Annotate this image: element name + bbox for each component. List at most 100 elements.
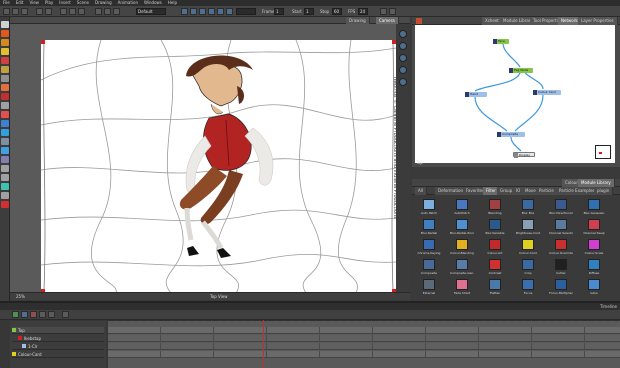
hand-tool-icon[interactable]	[1, 174, 9, 181]
module-item[interactable]: Colour-Blending	[450, 238, 474, 258]
paste-icon[interactable]	[78, 8, 85, 15]
undo-icon[interactable]	[36, 8, 43, 15]
line-tool-icon[interactable]	[1, 75, 9, 82]
shading-icon[interactable]	[399, 78, 407, 86]
layer-row[interactable]: Ikebstap	[12, 335, 104, 342]
polyline-tool-icon[interactable]	[1, 102, 9, 109]
node-display[interactable]: Display	[513, 152, 535, 158]
module-item[interactable]: Colour-Card	[517, 238, 539, 258]
tab-camera[interactable]: Camera	[376, 17, 399, 24]
module-item[interactable]: Diffuse	[583, 258, 605, 278]
brush-tool-icon[interactable]	[1, 30, 9, 37]
add-layer-icon[interactable]	[12, 311, 19, 318]
node-composite[interactable]: Composite	[497, 132, 525, 137]
module-item[interactable]: Composite-Gen...	[450, 258, 474, 278]
module-item[interactable]: Auto Patch	[418, 198, 440, 218]
playhead[interactable]	[263, 320, 264, 368]
module-item[interactable]: External	[418, 278, 440, 298]
next-frame-icon[interactable]	[208, 8, 215, 15]
rectangle-tool-icon[interactable]	[1, 84, 9, 91]
dropper-tool-icon[interactable]	[1, 129, 9, 136]
reset-rotation-icon[interactable]	[399, 42, 407, 50]
module-item[interactable]: Colour-Override	[549, 238, 573, 258]
tab-drawing[interactable]: Drawing	[346, 17, 370, 24]
module-item[interactable]: Cutter	[550, 258, 572, 278]
module-item[interactable]: Fade Chart	[451, 278, 473, 298]
keyframe-add-icon[interactable]	[62, 311, 69, 318]
save-scene-icon[interactable]	[21, 8, 28, 15]
module-item[interactable]: Focus	[517, 278, 539, 298]
node-view-breadcrumb[interactable]: Top	[416, 160, 423, 165]
node-hand[interactable]: Hand	[465, 92, 487, 97]
layer-props-icon[interactable]	[39, 311, 46, 318]
layout-icon[interactable]	[104, 8, 111, 15]
tab-plugin[interactable]: plugin	[594, 187, 614, 195]
module-item[interactable]: Contrast	[484, 258, 506, 278]
module-item[interactable]: Crop	[517, 258, 539, 278]
loop-icon[interactable]	[226, 8, 233, 15]
layer-row[interactable]: Colour-Card	[12, 351, 104, 358]
module-item[interactable]: AutoPatch	[451, 198, 473, 218]
previous-frame-icon[interactable]	[190, 8, 197, 15]
bone-tool-icon[interactable]	[1, 183, 9, 190]
module-item[interactable]: Blur-Gaussian	[583, 198, 605, 218]
cutter-tool-icon[interactable]	[1, 66, 9, 73]
module-item[interactable]: Channel Swap	[583, 218, 605, 238]
navigator-thumbnail[interactable]	[595, 145, 611, 159]
frame-row[interactable]	[108, 335, 620, 342]
tab-module-library-lib[interactable]: Module Library	[578, 179, 615, 187]
delete-layer-icon[interactable]	[30, 311, 37, 318]
node-face[interactable]: Face	[493, 39, 509, 44]
module-item[interactable]: Blur Box	[517, 198, 539, 218]
module-item[interactable]: Focus-Multiplier	[549, 278, 573, 298]
zoom-tool-icon[interactable]	[1, 165, 9, 172]
module-item[interactable]: Colour-Scale	[583, 238, 605, 258]
sound-icon[interactable]	[380, 8, 387, 15]
ink-tool-icon[interactable]	[1, 120, 9, 127]
module-item[interactable]: Blur-Radial	[418, 218, 440, 238]
node-peg[interactable]: Peg Node	[509, 68, 533, 73]
text-tool-icon[interactable]	[1, 48, 9, 55]
toggle-quick-close-up-icon[interactable]	[399, 66, 407, 74]
node-colour-card[interactable]: Colour Card	[533, 90, 561, 95]
fps-field[interactable]: 24	[358, 8, 368, 15]
module-item[interactable]: Colour-Art	[484, 238, 506, 258]
show-all-icon[interactable]	[48, 311, 55, 318]
speed-slider[interactable]	[236, 8, 256, 15]
camera-canvas[interactable]	[40, 39, 397, 294]
reset-zoom-icon[interactable]	[399, 54, 407, 62]
paint-tool-icon[interactable]	[1, 111, 9, 118]
open-scene-icon[interactable]	[12, 8, 19, 15]
copy-icon[interactable]	[69, 8, 76, 15]
cut-icon[interactable]	[60, 8, 67, 15]
layer-row[interactable]: Top	[12, 327, 104, 334]
pencil-tool-icon[interactable]	[1, 39, 9, 46]
first-frame-icon[interactable]	[181, 8, 188, 15]
stop-field[interactable]: 60	[332, 8, 342, 15]
module-item[interactable]: Composite	[418, 258, 440, 278]
module-item[interactable]: Channel Selector	[549, 218, 573, 238]
workspace-icon[interactable]	[95, 8, 102, 15]
timeline-frames[interactable]	[108, 321, 620, 368]
new-scene-icon[interactable]	[3, 8, 10, 15]
tab-particle[interactable]: Particle	[536, 187, 558, 195]
frame-row[interactable]	[108, 343, 620, 350]
rotate-tool-icon[interactable]	[1, 156, 9, 163]
module-item[interactable]: Brightness-Cont...	[516, 218, 540, 238]
layer-row[interactable]: 1-Clr	[12, 343, 104, 350]
select-tool-icon[interactable]	[1, 21, 9, 28]
node-graph-canvas[interactable]: Face Peg Node Hand Colour Card Composite…	[415, 25, 615, 163]
transform-tool-icon[interactable]	[1, 138, 9, 145]
animate-tool-icon[interactable]	[1, 147, 9, 154]
start-field[interactable]: 1	[304, 8, 314, 15]
play-icon[interactable]	[199, 8, 206, 15]
magnet-tool-icon[interactable]	[1, 201, 9, 208]
tab-all[interactable]: All	[415, 187, 427, 195]
onion-skin-icon[interactable]	[389, 8, 396, 15]
workspace-select[interactable]: Default	[136, 8, 166, 15]
reset-view-icon[interactable]	[399, 30, 407, 38]
zoom-level[interactable]: 25%	[16, 294, 25, 299]
module-item[interactable]: Blur-Radial-Zoom	[450, 218, 474, 238]
panel-menu-icon[interactable]	[416, 18, 422, 24]
frame-row[interactable]	[108, 351, 620, 358]
